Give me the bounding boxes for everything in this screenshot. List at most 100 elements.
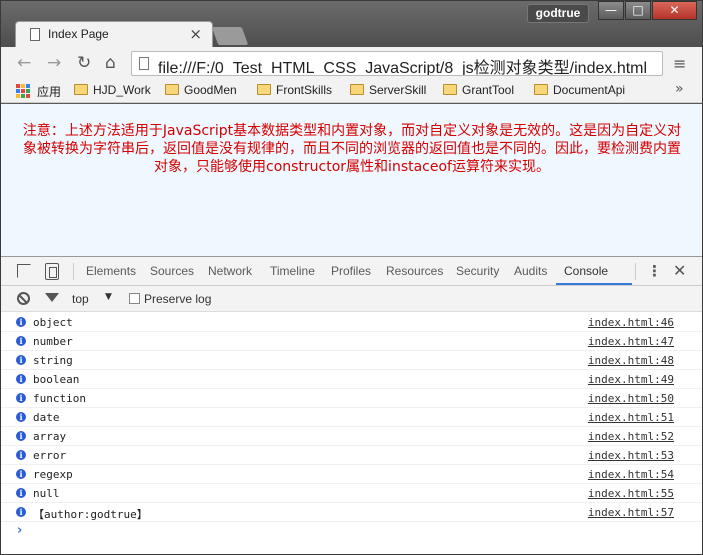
tab-sources[interactable]: Sources [150, 264, 194, 278]
title-bar: Index Page × godtrue — □ ✕ [1, 1, 702, 47]
console-message-text: null [33, 487, 60, 500]
bookmark-folder[interactable]: DocumentApi [534, 83, 625, 97]
console-prompt[interactable]: › [17, 523, 22, 538]
folder-icon [534, 84, 548, 95]
console-message-text: object [33, 316, 73, 329]
tab-resources[interactable]: Resources [386, 264, 443, 278]
console-message-text: function [33, 392, 86, 405]
console-message-text: number [33, 335, 73, 348]
info-icon: i [16, 393, 26, 403]
source-link[interactable]: index.html:53 [588, 449, 674, 462]
console-message: i array index.html:52 [1, 427, 702, 446]
console-message-text: boolean [33, 373, 80, 386]
more-options-icon[interactable]: ⋮ [647, 262, 662, 280]
divider [73, 263, 74, 280]
browser-toolbar: ← → ↻ ⌂ file:///F:/0_Test_HTML_CSS_JavaS… [1, 47, 702, 79]
minimize-button[interactable]: — [598, 1, 624, 20]
address-bar[interactable]: file:///F:/0_Test_HTML_CSS_JavaScript/8_… [131, 51, 663, 76]
preserve-log-label: Preserve log [144, 292, 212, 306]
tab-elements[interactable]: Elements [86, 264, 136, 278]
tab-title: Index Page [48, 27, 109, 41]
source-link[interactable]: index.html:54 [588, 468, 674, 481]
address-url: file:///F:/0_Test_HTML_CSS_JavaScript/8_… [158, 60, 648, 76]
tab-network[interactable]: Network [208, 264, 252, 278]
devtools-panel: Elements Sources Network Timeline Profil… [1, 256, 702, 554]
bookmark-folder[interactable]: HJD_Work [74, 83, 151, 97]
maximize-button[interactable]: □ [625, 1, 651, 20]
inspect-element-icon[interactable] [17, 264, 31, 278]
info-icon: i [16, 336, 26, 346]
folder-icon [165, 84, 179, 95]
page-viewport: 注意：上述方法适用于JavaScript基本数据类型和内置对象，而对自定义对象是… [1, 104, 702, 256]
folder-icon [74, 84, 88, 95]
info-icon: i [16, 317, 26, 327]
clear-console-icon[interactable] [17, 292, 30, 305]
chevron-down-icon[interactable]: ▼ [105, 292, 112, 302]
reload-icon[interactable]: ↻ [77, 53, 91, 73]
tab-timeline[interactable]: Timeline [270, 264, 315, 278]
bookmark-apps[interactable]: 应用 [37, 83, 61, 100]
console-toolbar: top ▼ Preserve log [1, 286, 702, 312]
browser-window: Index Page × godtrue — □ ✕ ← → ↻ ⌂ file:… [0, 0, 703, 555]
filter-icon[interactable] [45, 293, 59, 302]
console-message-text: regexp [33, 468, 73, 481]
console-message: i 【author:godtrue】 index.html:57 [1, 503, 702, 522]
apps-icon[interactable] [16, 84, 30, 98]
menu-icon[interactable]: ≡ [673, 54, 686, 73]
console-message-text: 【author:godtrue】 [33, 508, 148, 521]
divider [635, 263, 636, 280]
tab-security[interactable]: Security [456, 264, 499, 278]
devtools-tabbar: Elements Sources Network Timeline Profil… [1, 257, 702, 286]
source-link[interactable]: index.html:46 [588, 316, 674, 329]
folder-icon [257, 84, 271, 95]
console-message-text: date [33, 411, 60, 424]
bookmark-folder[interactable]: FrontSkills [257, 83, 332, 97]
home-icon[interactable]: ⌂ [105, 53, 116, 73]
source-link[interactable]: index.html:57 [588, 506, 674, 519]
devtools-close-icon[interactable]: ✕ [673, 261, 686, 280]
tab-audits[interactable]: Audits [514, 264, 547, 278]
console-message: i regexp index.html:54 [1, 465, 702, 484]
console-message: i date index.html:51 [1, 408, 702, 427]
notice-text: 注意：上述方法适用于JavaScript基本数据类型和内置对象，而对自定义对象是… [22, 123, 682, 175]
source-link[interactable]: index.html:51 [588, 411, 674, 424]
console-message: i string index.html:48 [1, 351, 702, 370]
console-message: i number index.html:47 [1, 332, 702, 351]
info-icon: i [16, 374, 26, 384]
tab-console[interactable]: Console [564, 264, 608, 278]
bookmarks-more-icon[interactable]: » [675, 81, 684, 97]
bookmark-folder[interactable]: ServerSkill [350, 83, 426, 97]
info-icon: i [16, 450, 26, 460]
tab-profiles[interactable]: Profiles [331, 264, 371, 278]
info-icon: i [16, 412, 26, 422]
close-button[interactable]: ✕ [652, 1, 697, 20]
device-mode-icon[interactable] [45, 263, 59, 280]
preserve-log-checkbox[interactable] [129, 293, 140, 304]
source-link[interactable]: index.html:55 [588, 487, 674, 500]
folder-icon [350, 84, 364, 95]
source-link[interactable]: index.html:47 [588, 335, 674, 348]
active-tab-indicator [556, 283, 632, 285]
info-icon: i [16, 431, 26, 441]
profile-button[interactable]: godtrue [527, 4, 589, 23]
source-link[interactable]: index.html:48 [588, 354, 674, 367]
bookmark-folder[interactable]: GrantTool [443, 83, 514, 97]
console-message-text: array [33, 430, 67, 443]
source-link[interactable]: index.html:50 [588, 392, 674, 405]
info-icon: i [16, 469, 26, 479]
console-message-text: error [33, 449, 67, 462]
console-message: i null index.html:55 [1, 484, 702, 503]
back-icon[interactable]: ← [17, 53, 31, 73]
source-link[interactable]: index.html:52 [588, 430, 674, 443]
info-icon: i [16, 507, 26, 517]
bookmark-folder[interactable]: GoodMen [165, 83, 237, 97]
browser-tab[interactable]: Index Page × [15, 21, 213, 47]
source-link[interactable]: index.html:49 [588, 373, 674, 386]
new-tab-button[interactable] [211, 27, 249, 45]
file-icon [139, 57, 149, 70]
page-icon [30, 28, 40, 41]
context-selector[interactable]: top [72, 292, 89, 306]
console-message-text: string [33, 354, 73, 367]
forward-icon[interactable]: → [47, 53, 61, 73]
tab-close-icon[interactable]: × [189, 25, 202, 43]
